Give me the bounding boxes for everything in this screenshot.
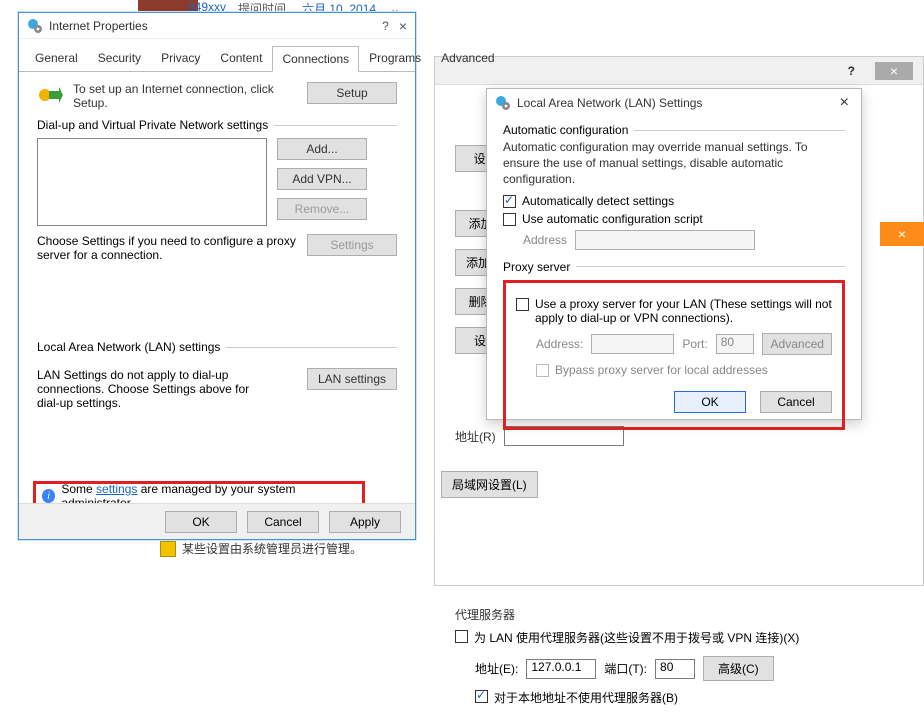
use-script-label: Use automatic configuration script	[522, 212, 703, 226]
add-vpn-button[interactable]: Add VPN...	[277, 168, 367, 190]
back-lan-button[interactable]: 局域网设置(L)	[441, 471, 538, 498]
ok-button[interactable]: OK	[674, 391, 746, 413]
tab-strip: General Security Privacy Content Connect…	[19, 45, 415, 72]
advanced-button[interactable]: Advanced	[762, 333, 832, 355]
auto-config-desc: Automatic configuration may override man…	[503, 139, 845, 188]
tab-connections[interactable]: Connections	[272, 46, 359, 72]
internet-properties-dialog: Internet Properties ? × General Security…	[18, 12, 416, 540]
cn-address-label: 地址(E):	[475, 660, 518, 677]
auto-config-group: Automatic configuration	[503, 123, 628, 137]
settings-link[interactable]: settings	[96, 482, 137, 496]
proxy-header-cn: 代理服务器	[455, 606, 903, 623]
cn-bypass-label: 对于本地地址不使用代理服务器(B)	[494, 689, 678, 706]
cn-bypass-checkbox[interactable]	[475, 690, 488, 703]
setup-button[interactable]: Setup	[307, 82, 397, 104]
dialup-group-label: Dial-up and Virtual Private Network sett…	[37, 118, 268, 132]
tab-general[interactable]: General	[25, 45, 88, 71]
proxy-port-label: Port:	[682, 337, 707, 351]
use-script-checkbox[interactable]	[503, 213, 516, 226]
cn-advanced-button[interactable]: 高级(C)	[703, 656, 774, 681]
proxy-address-label: Address:	[536, 337, 583, 351]
globe-gear-icon	[27, 18, 43, 34]
ok-button[interactable]: OK	[165, 511, 237, 533]
setup-description: To set up an Internet connection, click …	[73, 82, 297, 110]
lan-settings-button[interactable]: LAN settings	[307, 368, 397, 390]
close-icon[interactable]: ×	[875, 62, 913, 80]
info-icon: i	[42, 489, 55, 503]
tab-advanced[interactable]: Advanced	[431, 45, 504, 71]
help-icon[interactable]: ?	[382, 19, 389, 33]
apply-button[interactable]: Apply	[329, 511, 401, 533]
dialog-title: Local Area Network (LAN) Settings	[517, 96, 836, 110]
bottom-note-text: 某些设置由系统管理员进行管理。	[182, 540, 362, 557]
use-proxy-label: Use a proxy server for your LAN (These s…	[535, 297, 832, 325]
cn-port-input[interactable]: 80	[655, 659, 695, 679]
settings-button[interactable]: Settings	[307, 234, 397, 256]
tab-security[interactable]: Security	[88, 45, 151, 71]
proxy-address-input	[591, 334, 674, 354]
tab-content[interactable]: Content	[210, 45, 272, 71]
add-button[interactable]: Add...	[277, 138, 367, 160]
use-proxy-checkbox[interactable]	[516, 298, 529, 311]
proxy-highlight-box: Use a proxy server for your LAN (These s…	[503, 280, 845, 430]
cn-address-input[interactable]: 127.0.0.1	[526, 659, 596, 679]
tab-privacy[interactable]: Privacy	[151, 45, 210, 71]
auto-detect-checkbox[interactable]	[503, 195, 516, 208]
cancel-button[interactable]: Cancel	[247, 511, 319, 533]
close-icon[interactable]: ×	[836, 94, 853, 112]
lan-settings-dialog: Local Area Network (LAN) Settings × Auto…	[486, 88, 862, 420]
dialog-title: Internet Properties	[49, 19, 382, 33]
dialup-listbox[interactable]	[37, 138, 267, 226]
proxy-group-label: Proxy server	[503, 260, 570, 274]
auto-detect-label: Automatically detect settings	[522, 194, 674, 208]
remove-button[interactable]: Remove...	[277, 198, 367, 220]
cn-port-label: 端口(T):	[604, 660, 647, 677]
script-address-input	[575, 230, 755, 250]
bypass-checkbox	[536, 364, 549, 377]
bypass-label: Bypass proxy server for local addresses	[555, 363, 768, 377]
help-icon[interactable]: ?	[848, 64, 855, 78]
proxy-port-input: 80	[716, 334, 755, 354]
shield-icon	[160, 541, 176, 557]
bottom-note-row: 某些设置由系统管理员进行管理。	[160, 540, 362, 557]
lan-group-label: Local Area Network (LAN) settings	[37, 340, 220, 354]
script-address-label: Address	[523, 233, 567, 247]
globe-gear-icon	[495, 95, 511, 111]
tab-programs[interactable]: Programs	[359, 45, 431, 71]
connection-wizard-icon	[37, 82, 63, 108]
choose-settings-text: Choose Settings if you need to configure…	[37, 234, 297, 262]
lan-description: LAN Settings do not apply to dial-up con…	[37, 368, 267, 410]
cn-proxy-checkbox[interactable]	[455, 630, 468, 643]
orange-close-icon[interactable]: ×	[880, 222, 924, 246]
cancel-button[interactable]: Cancel	[760, 391, 832, 413]
close-icon[interactable]: ×	[399, 18, 407, 34]
cn-proxy-label: 为 LAN 使用代理服务器(这些设置不用于拨号或 VPN 连接)(X)	[474, 629, 799, 646]
